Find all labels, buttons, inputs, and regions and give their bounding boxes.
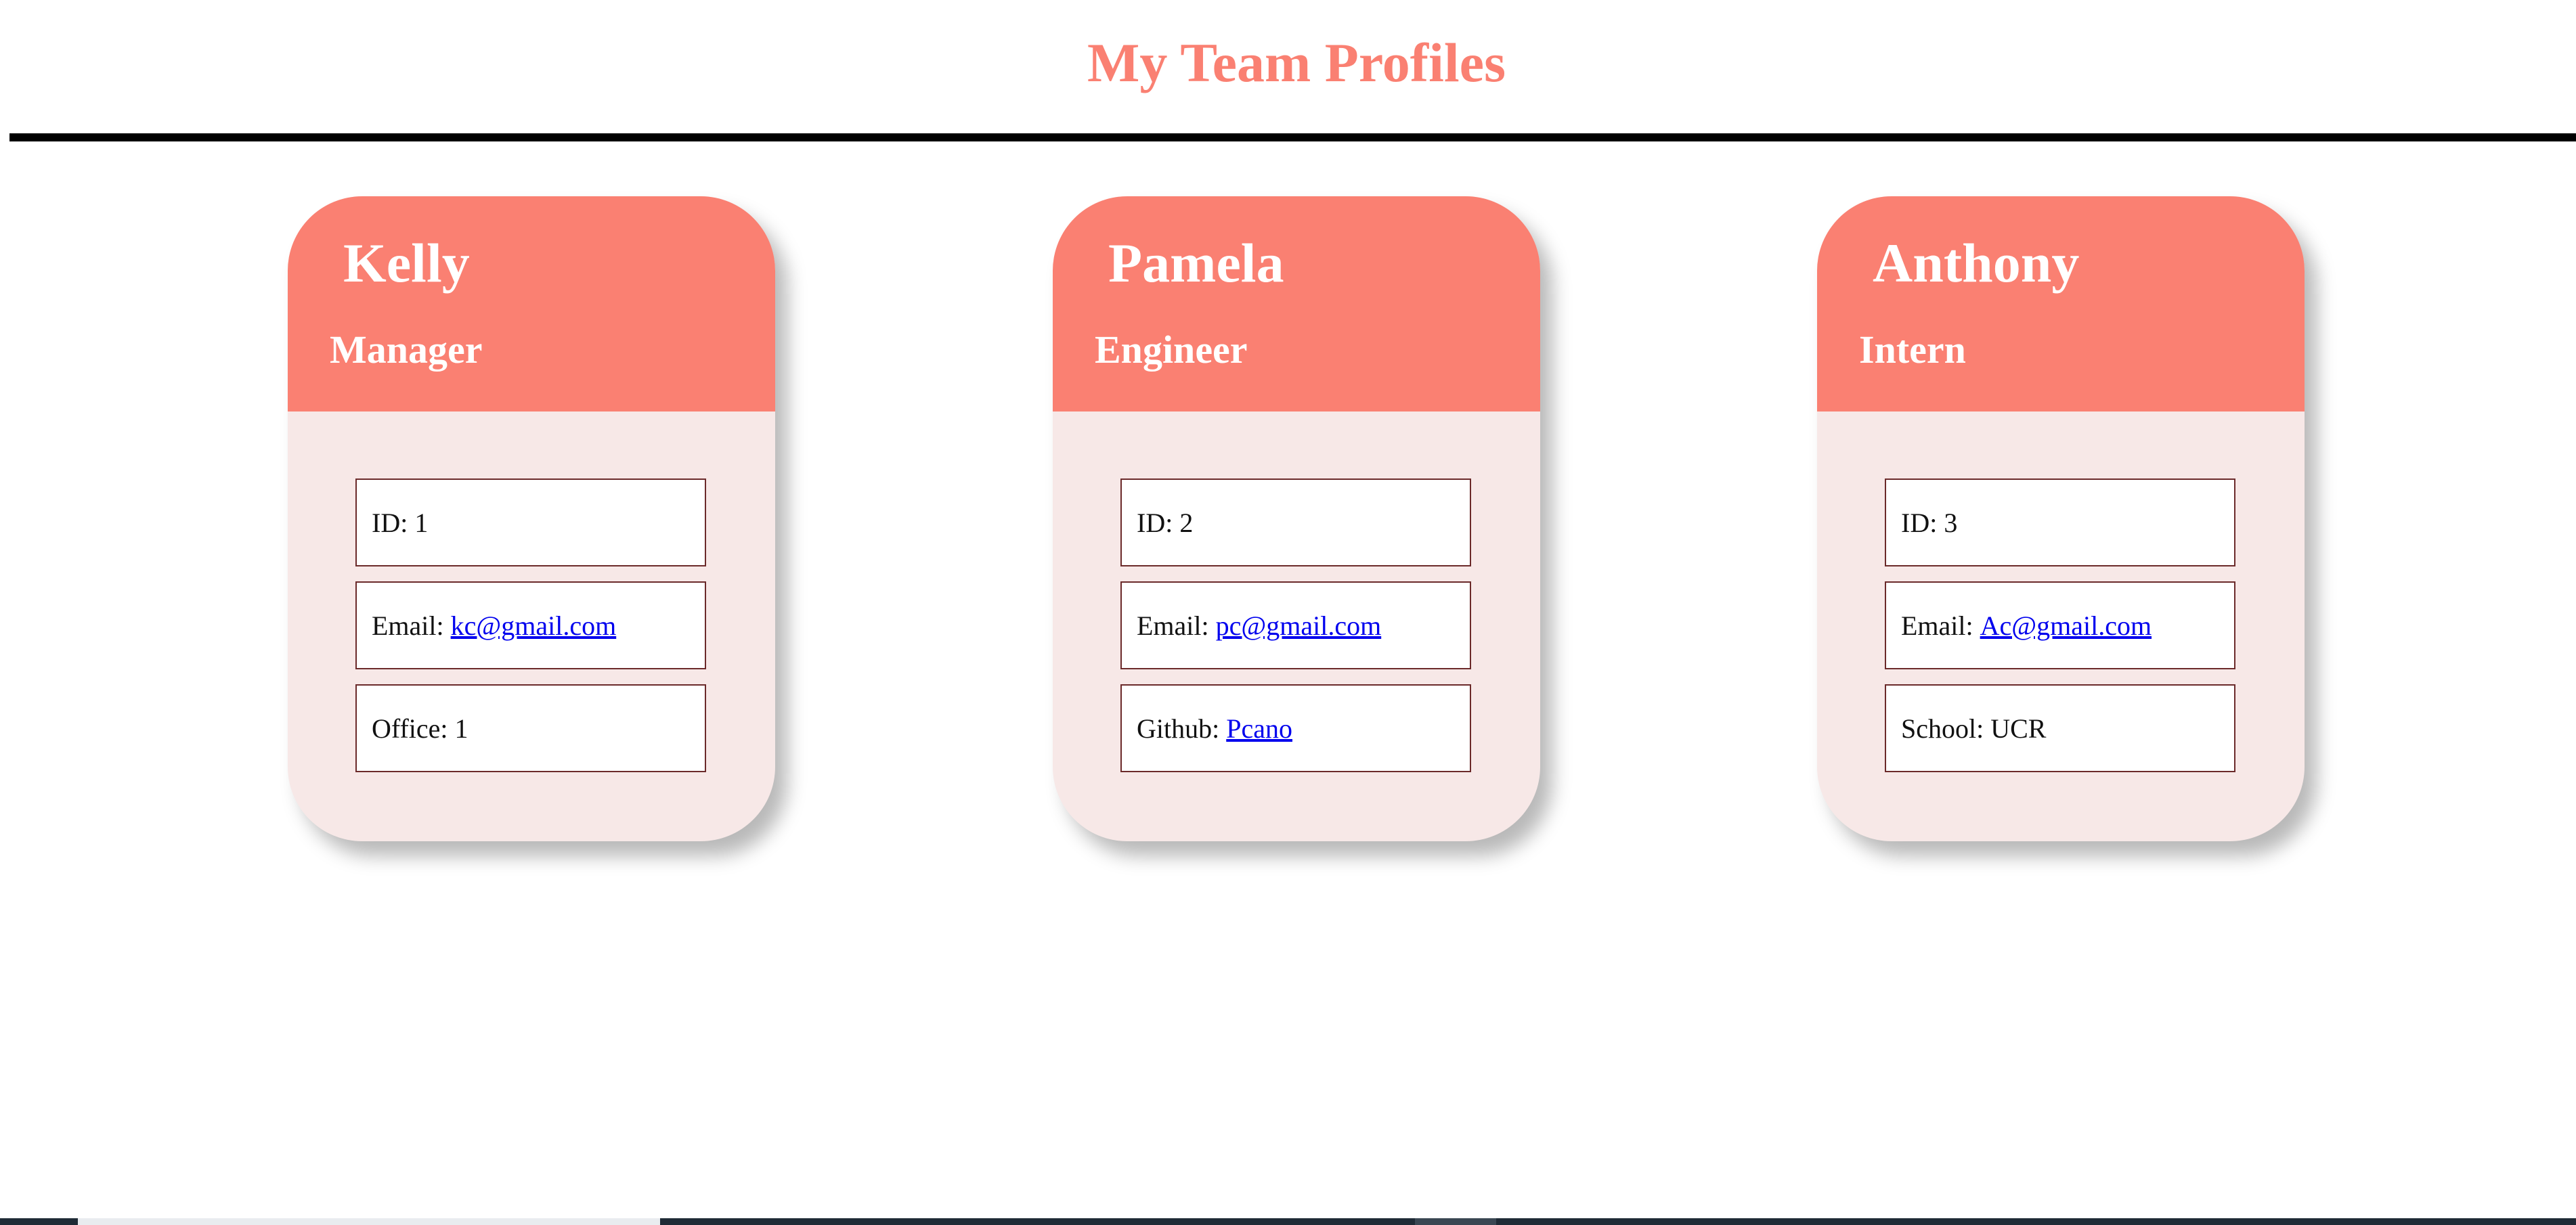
email-label: Email: [1901,610,1980,641]
office-text: Office: 1 [372,713,468,744]
email-link[interactable]: pc@gmail.com [1216,610,1382,642]
employee-id-text: ID: 3 [1901,507,1958,538]
employee-id-text: ID: 2 [1137,507,1194,538]
header-divider [9,133,2576,141]
page-title: My Team Profiles [1087,32,1506,93]
employee-office: Office: 1 [355,684,706,772]
employee-github: Github: Pcano [1120,684,1471,772]
card-header: Anthony Intern [1817,196,2305,411]
github-link[interactable]: Pcano [1226,713,1292,744]
employee-id: ID: 1 [355,478,706,566]
profile-card-kelly: Kelly Manager ID: 1 Email: kc@gmail.com … [288,196,775,841]
employee-name: Kelly [343,232,470,294]
profile-card-anthony: Anthony Intern ID: 3 Email: Ac@gmail.com… [1817,196,2305,841]
employee-role: Manager [330,328,483,372]
profile-card-pamela: Pamela Engineer ID: 2 Email: pc@gmail.co… [1053,196,1540,841]
taskbar-active-item[interactable] [78,1218,660,1225]
card-header: Kelly Manager [288,196,775,411]
github-label: Github: [1137,713,1227,744]
employee-role: Intern [1859,328,1966,372]
employee-name: Anthony [1873,232,2080,294]
employee-email: Email: Ac@gmail.com [1885,581,2235,669]
employee-school: School: UCR [1885,684,2235,772]
email-link[interactable]: kc@gmail.com [451,610,617,642]
card-header: Pamela Engineer [1053,196,1540,411]
school-text: School: UCR [1901,713,2047,744]
employee-id: ID: 3 [1885,478,2235,566]
employee-id: ID: 2 [1120,478,1471,566]
employee-id-text: ID: 1 [372,507,429,538]
taskbar-item[interactable] [1415,1218,1496,1225]
email-label: Email: [1137,610,1216,641]
page-header: My Team Profiles [0,0,2576,141]
taskbar [0,1218,2576,1225]
email-link[interactable]: Ac@gmail.com [1980,610,2152,642]
employee-role: Engineer [1095,328,1248,372]
employee-name: Pamela [1108,232,1284,294]
email-label: Email: [372,610,451,641]
employee-email: Email: pc@gmail.com [1120,581,1471,669]
employee-email: Email: kc@gmail.com [355,581,706,669]
